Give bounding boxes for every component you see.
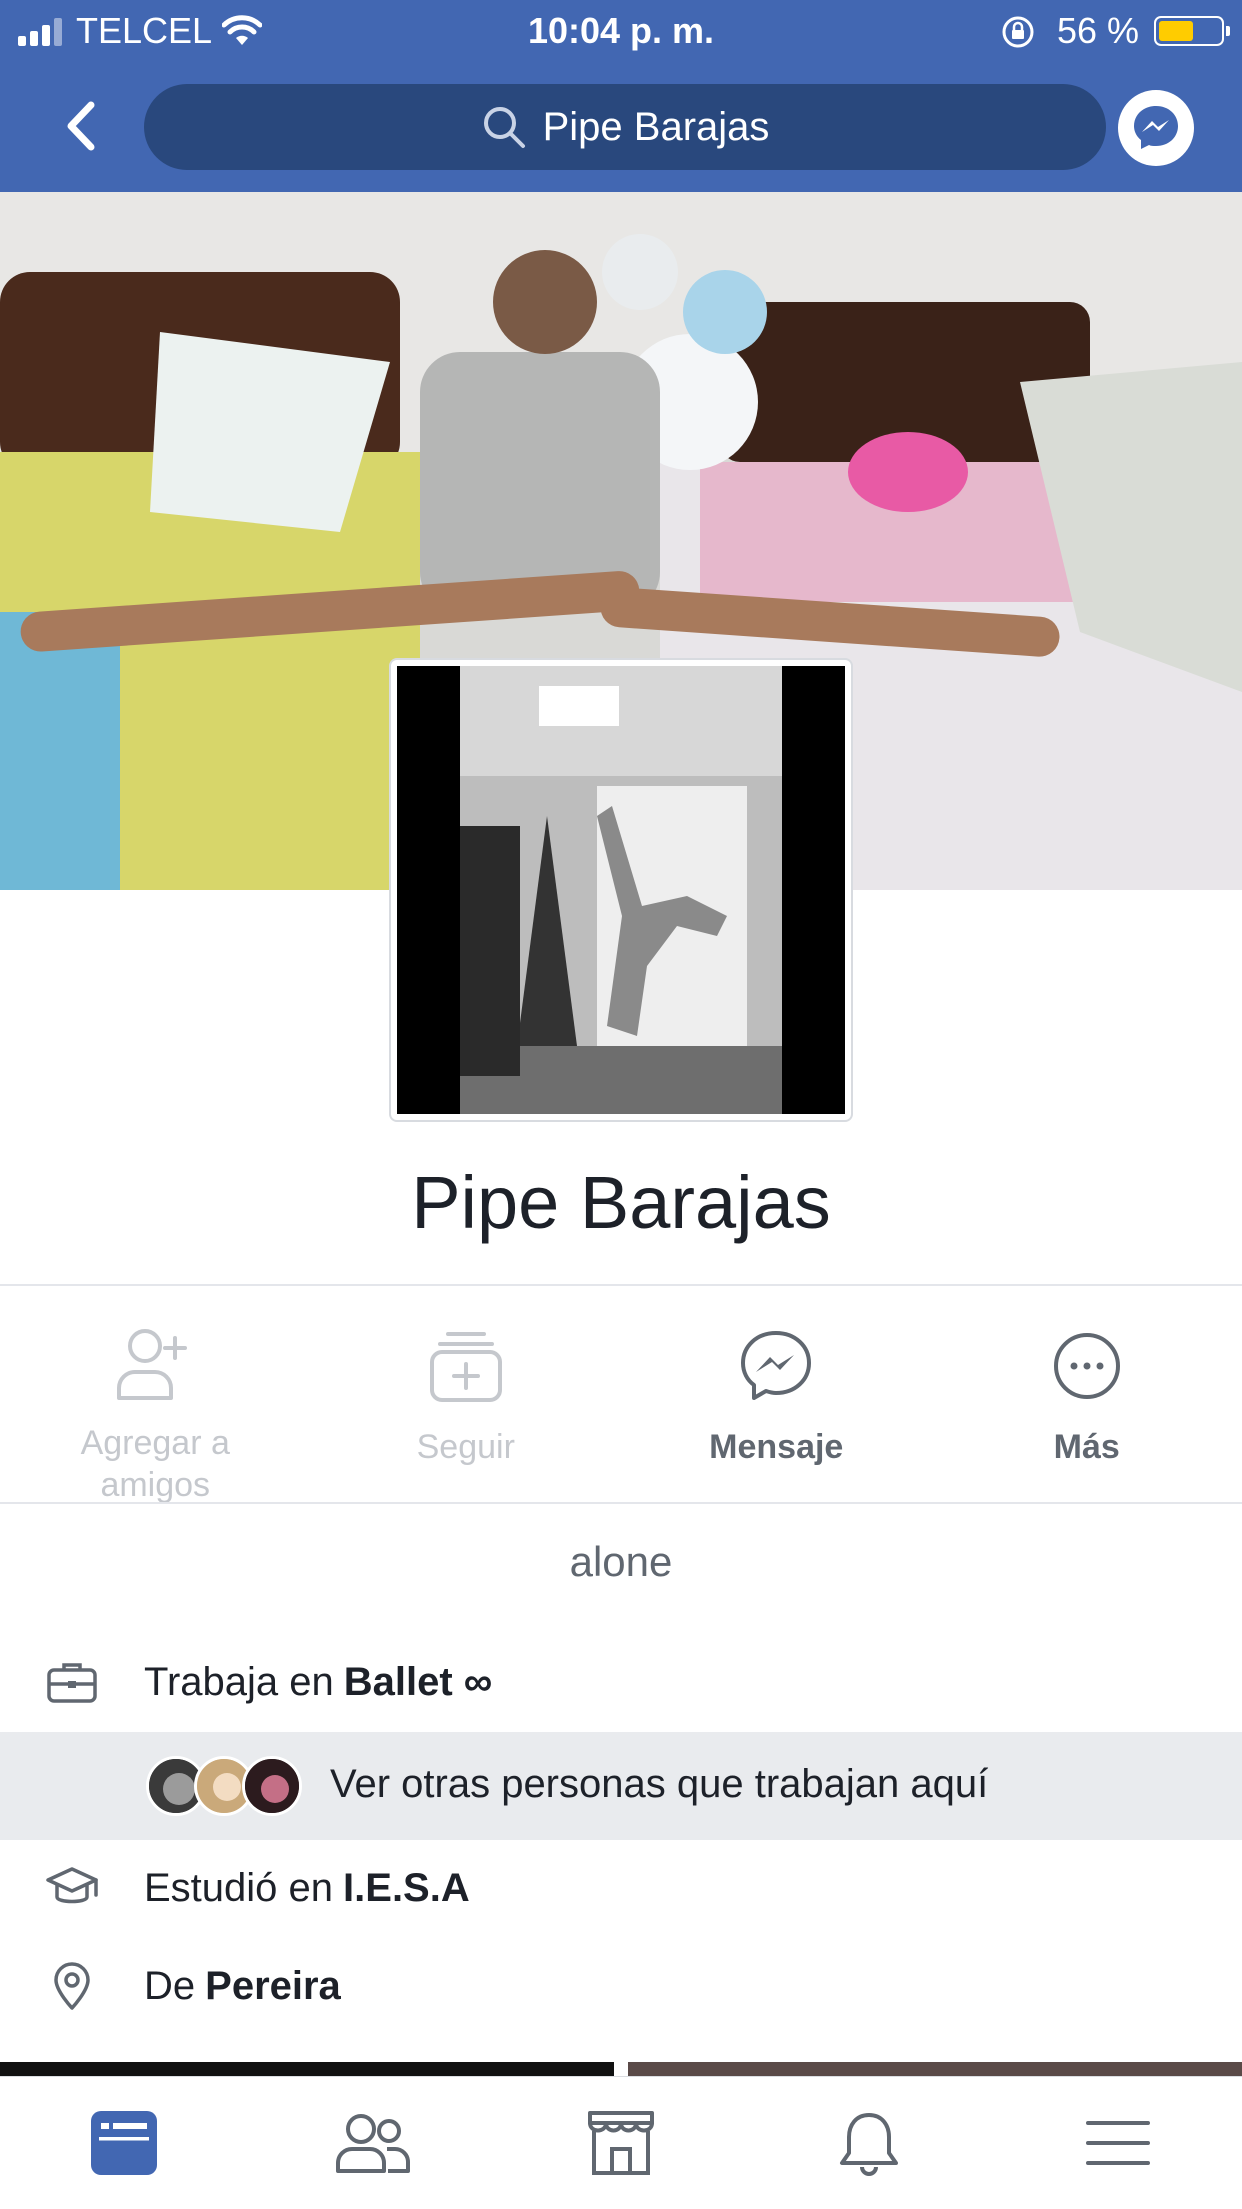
photo-thumbnail[interactable] xyxy=(628,2062,1242,2076)
profile-name: Pipe Barajas xyxy=(0,1160,1242,1245)
add-friend-button[interactable]: Agregar a amigos xyxy=(0,1286,311,1502)
briefcase-icon xyxy=(0,1660,144,1704)
more-icon xyxy=(1052,1331,1122,1401)
tab-notifications[interactable] xyxy=(745,2077,993,2209)
tab-menu[interactable] xyxy=(994,2077,1242,2209)
tab-bar xyxy=(0,2076,1242,2209)
messenger-icon xyxy=(738,1328,814,1404)
clock: 10:04 p. m. xyxy=(0,10,1242,52)
location-pin-icon xyxy=(0,1961,144,2011)
tab-news-feed[interactable] xyxy=(0,2077,248,2209)
divider xyxy=(0,1502,1242,1504)
follow-icon xyxy=(428,1328,504,1404)
back-arrow-icon xyxy=(63,101,97,151)
avatar xyxy=(242,1756,302,1816)
messenger-button[interactable] xyxy=(1118,90,1194,166)
battery-percentage: 56 % xyxy=(1057,10,1139,52)
work-place[interactable]: Ballet ∞ xyxy=(344,1660,493,1705)
profile-actions: Agregar a amigos Seguir Mensaje Más xyxy=(0,1286,1242,1502)
battery-icon xyxy=(1154,16,1224,46)
education-prefix: Estudió en xyxy=(144,1866,333,1911)
follow-button[interactable]: Seguir xyxy=(311,1286,622,1502)
work-row[interactable]: Trabaja enBallet ∞ xyxy=(0,1632,1242,1732)
add-friend-label: Agregar a amigos xyxy=(55,1422,255,1506)
add-friend-icon xyxy=(115,1326,195,1402)
back-button[interactable] xyxy=(48,94,112,158)
profile-bio: alone xyxy=(0,1538,1242,1586)
profile-picture[interactable] xyxy=(391,660,851,1120)
search-text: Pipe Barajas xyxy=(543,105,770,150)
nav-bar: Pipe Barajas xyxy=(0,64,1242,192)
search-bar[interactable]: Pipe Barajas xyxy=(144,84,1106,170)
more-button[interactable]: Más xyxy=(932,1286,1242,1502)
status-bar: TELCEL 10:04 p. m. 56 % xyxy=(0,0,1242,64)
hometown-prefix: De xyxy=(144,1964,195,2009)
menu-icon xyxy=(1085,2118,1151,2168)
hometown-row[interactable]: DePereira xyxy=(0,1936,1242,2036)
coworkers-link-text: Ver otras personas que trabajan aquí xyxy=(330,1762,988,1807)
work-prefix: Trabaja en xyxy=(144,1660,334,1705)
education-row[interactable]: Estudió enI.E.S.A xyxy=(0,1838,1242,1938)
coworkers-link[interactable]: Ver otras personas que trabajan aquí xyxy=(0,1732,1242,1840)
news-feed-icon xyxy=(89,2109,159,2177)
education-place[interactable]: I.E.S.A xyxy=(343,1866,470,1911)
rotation-lock-icon xyxy=(1000,14,1036,50)
message-button[interactable]: Mensaje xyxy=(621,1286,932,1502)
graduation-cap-icon xyxy=(0,1865,144,1911)
more-label: Más xyxy=(1054,1426,1120,1468)
marketplace-icon xyxy=(586,2109,656,2177)
tab-marketplace[interactable] xyxy=(497,2077,745,2209)
search-icon xyxy=(481,104,527,150)
messenger-icon xyxy=(1130,102,1182,154)
notifications-icon xyxy=(838,2109,900,2177)
photo-thumbnail[interactable] xyxy=(0,2062,614,2076)
friends-icon xyxy=(335,2111,411,2175)
hometown-place[interactable]: Pereira xyxy=(205,1964,341,2009)
coworker-avatars xyxy=(146,1756,306,1816)
message-label: Mensaje xyxy=(709,1426,843,1468)
profile-picture-image xyxy=(397,666,845,1114)
follow-label: Seguir xyxy=(417,1426,515,1468)
tab-friends[interactable] xyxy=(248,2077,496,2209)
